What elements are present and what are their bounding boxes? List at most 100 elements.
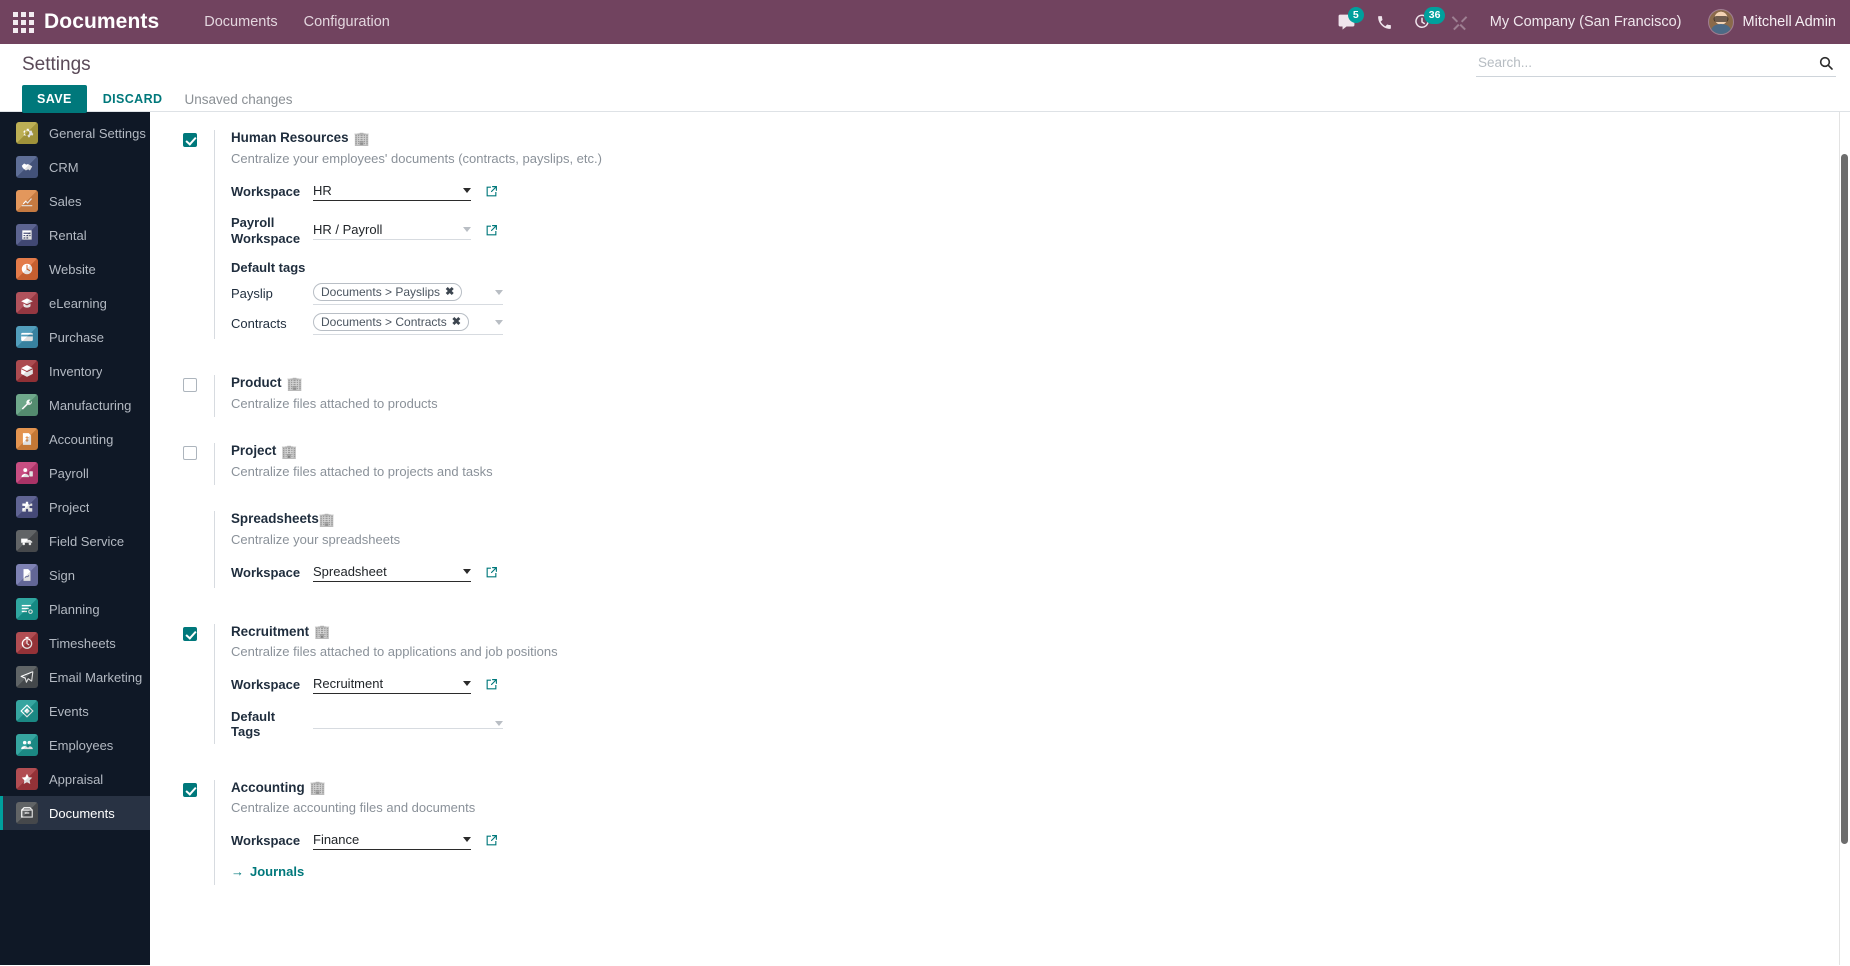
phone-icon[interactable]: [1376, 14, 1393, 31]
setting-title: Product 🏢: [231, 375, 438, 392]
sidebar-item-label: Events: [49, 703, 89, 719]
setting-title-text: Project: [231, 443, 277, 459]
sidebar-item-employees[interactable]: Employees: [0, 728, 150, 762]
sidebar-item-elearning[interactable]: eLearning: [0, 286, 150, 320]
chevron-down-icon: [463, 187, 471, 193]
sidebar-item-sign[interactable]: Sign: [0, 558, 150, 592]
tag-input-payslip[interactable]: Documents > Payslips ✖: [313, 282, 503, 306]
sidebar-item-payroll[interactable]: Payroll: [0, 456, 150, 490]
messages-icon[interactable]: 5: [1337, 6, 1364, 32]
chevron-down-icon: [495, 319, 503, 325]
field-label: Workspace: [231, 564, 301, 580]
stopwatch-icon: [16, 632, 38, 654]
sidebar-item-planning[interactable]: Planning: [0, 592, 150, 626]
sidebar-item-timesheets[interactable]: Timesheets: [0, 626, 150, 660]
dropdown-workspace[interactable]: Spreadsheet: [313, 563, 471, 583]
navbar-menu-documents[interactable]: Documents: [191, 8, 290, 36]
sidebar-item-label: CRM: [49, 159, 79, 175]
sidebar-item-website[interactable]: Website: [0, 252, 150, 286]
external-link-icon[interactable]: [485, 185, 498, 198]
apps-grid-icon[interactable]: [8, 7, 38, 37]
content-scrollbar[interactable]: [1839, 112, 1850, 965]
tag-pill-label: Documents > Payslips: [321, 285, 441, 300]
company-building-icon: 🏢: [309, 780, 326, 796]
setting-description: Centralize your spreadsheets: [231, 532, 401, 548]
sidebar-item-general-settings[interactable]: General Settings: [0, 116, 150, 150]
field-label: Payroll Workspace: [231, 215, 301, 246]
sidebar-item-rental[interactable]: Rental: [0, 218, 150, 252]
sidebar-item-label: Planning: [49, 601, 100, 617]
setting-checkbox-cell: [178, 130, 214, 147]
sidebar-item-documents[interactable]: Documents: [0, 796, 150, 830]
checkbox-accounting[interactable]: [183, 782, 197, 797]
remove-tag-icon[interactable]: ✖: [445, 286, 454, 298]
field-row: Workspace Recruitment: [231, 674, 558, 696]
external-link-icon[interactable]: [485, 834, 498, 847]
settings-sidebar[interactable]: General Settings CRM Sales Rental Website eLe…: [0, 112, 150, 965]
sidebar-item-label: Accounting: [49, 431, 114, 447]
field-value: Finance: [313, 832, 360, 848]
sidebar-item-appraisal[interactable]: Appraisal: [0, 762, 150, 796]
sidebar-item-events[interactable]: Events: [0, 694, 150, 728]
dropdown-workspace[interactable]: Recruitment: [313, 675, 471, 695]
user-menu[interactable]: Mitchell Admin: [1707, 9, 1836, 35]
sidebar-item-crm[interactable]: CRM: [0, 150, 150, 184]
remove-tag-icon[interactable]: ✖: [452, 316, 461, 328]
default-tags-header: Default tags: [231, 259, 306, 275]
external-link-icon[interactable]: [485, 224, 498, 237]
dropdown-workspace[interactable]: HR: [313, 182, 471, 201]
field-row: Workspace HR: [231, 180, 602, 202]
sidebar-item-label: Rental: [49, 227, 87, 243]
sidebar-item-manufacturing[interactable]: Manufacturing: [0, 388, 150, 422]
checkbox-recruitment[interactable]: [183, 626, 197, 641]
activities-clock-icon[interactable]: 36: [1413, 7, 1446, 31]
sidebar-item-email-marketing[interactable]: Email Marketing: [0, 660, 150, 694]
dropdown-workspace[interactable]: Finance: [313, 831, 471, 851]
sidebar-item-label: Field Service: [49, 533, 125, 549]
sidebar-item-sales[interactable]: Sales: [0, 184, 150, 218]
search-icon[interactable]: [1816, 55, 1836, 71]
external-link-icon[interactable]: [485, 678, 498, 691]
activities-badge: 36: [1423, 7, 1446, 24]
checkbox-product[interactable]: [183, 378, 197, 393]
sidebar-item-project[interactable]: Project: [0, 490, 150, 524]
setting-title-text: Human Resources: [231, 130, 349, 145]
setting-description: Centralize files attached to projects an…: [231, 464, 493, 480]
avatar: [1707, 9, 1734, 35]
sidebar-item-label: Project: [49, 499, 90, 515]
company-building-icon: 🏢: [318, 512, 336, 528]
search-input[interactable]: [1476, 52, 1816, 73]
sidebar-item-inventory[interactable]: Inventory: [0, 354, 150, 388]
external-link-icon[interactable]: [485, 566, 498, 579]
save-button[interactable]: SAVE: [22, 85, 87, 113]
content-scrollbar-thumb[interactable]: [1841, 154, 1848, 844]
discard-button[interactable]: DISCARD: [87, 85, 179, 113]
card-icon: [16, 326, 38, 348]
setting-section-product: Product 🏢 Centralize files attached to pro…: [178, 365, 1850, 418]
developer-tools-icon[interactable]: [1451, 14, 1468, 31]
company-building-icon: 🏢: [286, 376, 303, 392]
tag-pill[interactable]: Documents > Payslips ✖: [313, 283, 463, 302]
tag-input-contracts[interactable]: Documents > Contracts ✖: [313, 312, 503, 336]
search-bar: [1476, 52, 1836, 77]
tag-pill[interactable]: Documents > Contracts ✖: [313, 313, 469, 332]
setting-checkbox-cell: [178, 780, 214, 797]
sidebar-item-label: Manufacturing: [49, 397, 132, 413]
checkbox-human-resources[interactable]: [183, 133, 197, 147]
checkbox-project[interactable]: [183, 446, 197, 461]
field-value: HR: [313, 182, 332, 198]
unsaved-changes-status: Unsaved changes: [184, 91, 293, 107]
company-switcher[interactable]: My Company (San Francisco): [1490, 14, 1682, 30]
sidebar-item-purchase[interactable]: Purchase: [0, 320, 150, 354]
chevron-down-icon: [495, 289, 503, 295]
sidebar-item-label: Inventory: [49, 363, 103, 379]
app-brand-documents[interactable]: Documents: [44, 10, 159, 34]
sidebar-item-accounting[interactable]: Accounting: [0, 422, 150, 456]
sidebar-item-field-service[interactable]: Field Service: [0, 524, 150, 558]
chevron-down-icon: [463, 681, 471, 687]
journals-link[interactable]: → Journals: [231, 864, 304, 879]
navbar-menu-configuration[interactable]: Configuration: [291, 8, 403, 36]
